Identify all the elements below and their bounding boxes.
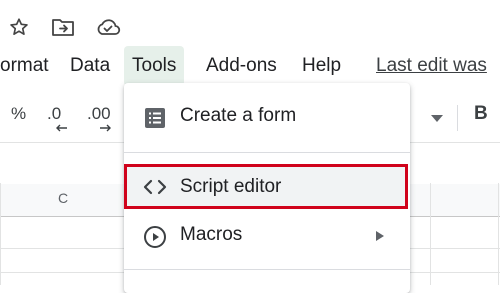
play-circle-icon xyxy=(142,224,168,250)
form-icon xyxy=(142,105,168,131)
format-percent-button[interactable]: % xyxy=(11,104,26,124)
menu-item-script-editor[interactable]: Script editor xyxy=(124,164,410,212)
bold-button[interactable]: B xyxy=(474,103,488,125)
menu-item-label: Macros xyxy=(180,224,243,245)
cloud-saved-icon[interactable] xyxy=(95,14,121,40)
menu-data[interactable]: Data xyxy=(70,46,110,86)
menu-item-label: Create a form xyxy=(180,105,297,126)
increase-decimal-button[interactable]: .00 xyxy=(87,104,111,132)
grid-divider xyxy=(498,183,499,285)
menu-tools[interactable]: Tools xyxy=(124,46,185,86)
menubar: ormat Data Tools Add-ons Help Last edit … xyxy=(0,46,500,86)
menu-separator xyxy=(124,269,410,270)
menu-help[interactable]: Help xyxy=(302,46,341,86)
decrease-decimal-label: .0 xyxy=(47,104,62,123)
menu-item-label: Script editor xyxy=(180,176,282,197)
toolbar-divider xyxy=(457,105,458,131)
menu-separator xyxy=(124,152,410,153)
arrow-right-icon xyxy=(100,124,111,132)
move-to-folder-icon[interactable] xyxy=(50,14,76,40)
decrease-decimal-button[interactable]: .0 xyxy=(47,104,67,132)
submenu-arrow-icon xyxy=(376,231,384,241)
code-icon xyxy=(142,174,168,200)
menu-item-macros[interactable]: Macros xyxy=(124,212,410,260)
arrow-left-icon xyxy=(56,124,67,132)
menu-format[interactable]: ormat xyxy=(0,46,49,86)
increase-decimal-label: .00 xyxy=(87,104,111,123)
last-edit-link[interactable]: Last edit was xyxy=(376,46,487,86)
dropdown-caret-icon[interactable] xyxy=(431,115,443,123)
column-header-c[interactable]: C xyxy=(58,190,68,206)
star-icon[interactable] xyxy=(6,14,32,40)
grid-divider xyxy=(430,183,431,285)
menu-item-create-form[interactable]: Create a form xyxy=(124,93,410,141)
menu-add-ons[interactable]: Add-ons xyxy=(206,46,277,86)
grid-divider xyxy=(0,183,1,285)
